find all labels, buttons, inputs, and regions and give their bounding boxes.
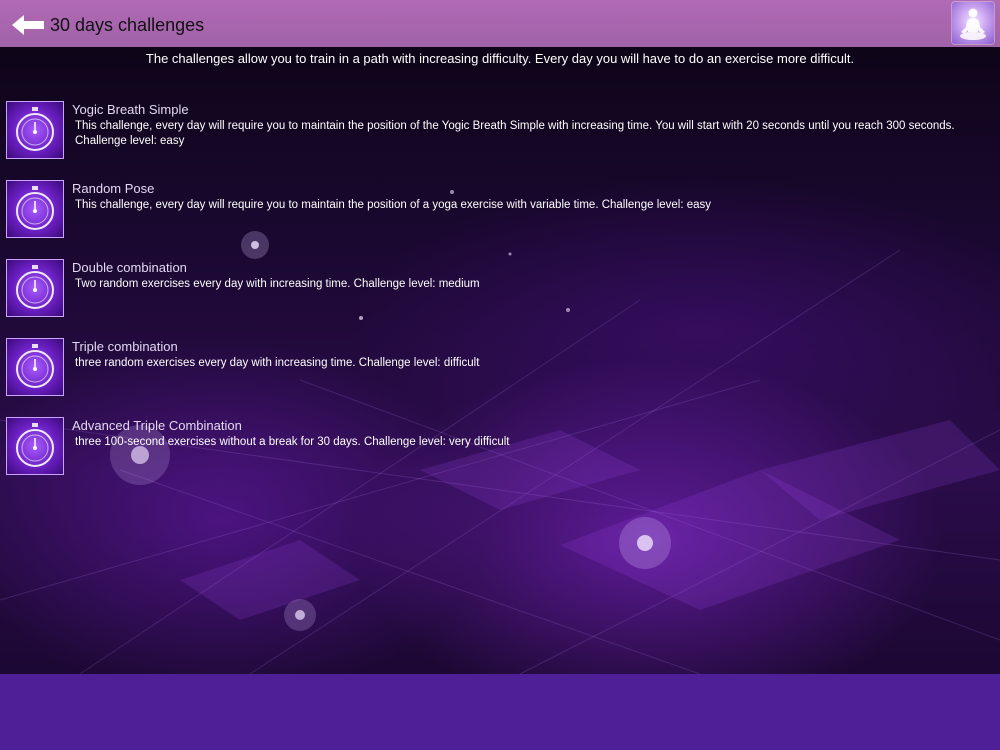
challenge-title: Random Pose bbox=[72, 181, 155, 196]
stopwatch-icon bbox=[16, 344, 54, 388]
meditation-avatar-icon bbox=[960, 8, 986, 40]
challenge-title: Advanced Triple Combination bbox=[72, 418, 242, 433]
bottom-bar bbox=[0, 674, 1000, 750]
challenge-icon bbox=[6, 417, 64, 475]
challenge-icon bbox=[6, 338, 64, 396]
stopwatch-icon bbox=[16, 423, 54, 467]
challenge-title: Double combination bbox=[72, 260, 187, 275]
challenge-description: This challenge, every day will require y… bbox=[75, 120, 955, 147]
intro-text: The challenges allow you to train in a p… bbox=[145, 51, 855, 66]
challenge-description: Two random exercises every day with incr… bbox=[75, 278, 480, 290]
back-button[interactable] bbox=[10, 13, 46, 37]
challenge-description: three 100-second exercises without a bre… bbox=[75, 436, 510, 448]
page-title: 30 days challenges bbox=[50, 15, 205, 35]
stopwatch-icon bbox=[16, 186, 54, 230]
profile-avatar-button[interactable] bbox=[952, 2, 994, 44]
challenge-item-random-pose[interactable]: Random Pose This challenge, every day wi… bbox=[0, 179, 1000, 245]
challenge-icon bbox=[6, 180, 64, 238]
challenge-title: Triple combination bbox=[72, 339, 178, 354]
challenge-description: three random exercises every day with in… bbox=[75, 357, 480, 369]
stopwatch-icon bbox=[16, 265, 54, 309]
challenge-item-advanced-triple-combination[interactable]: Advanced Triple Combination three 100-se… bbox=[0, 416, 1000, 482]
challenge-description: This challenge, every day will require y… bbox=[75, 199, 712, 211]
challenge-icon bbox=[6, 101, 64, 159]
top-bar: 30 days challenges bbox=[0, 0, 1000, 47]
challenge-item-yogic-breath-simple[interactable]: Yogic Breath Simple This challenge, ever… bbox=[0, 100, 1000, 166]
challenge-item-triple-combination[interactable]: Triple combination three random exercise… bbox=[0, 337, 1000, 403]
stopwatch-icon bbox=[16, 107, 54, 151]
challenge-title: Yogic Breath Simple bbox=[72, 102, 189, 117]
challenge-icon bbox=[6, 259, 64, 317]
challenge-item-double-combination[interactable]: Double combination Two random exercises … bbox=[0, 258, 1000, 324]
back-arrow-icon bbox=[12, 15, 44, 35]
